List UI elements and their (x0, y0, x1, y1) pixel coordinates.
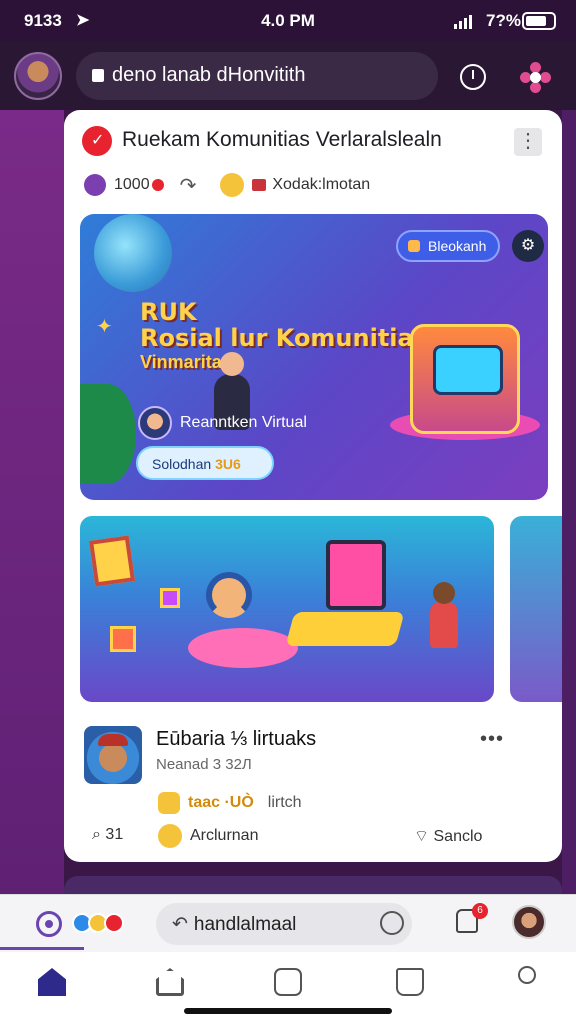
message-input[interactable]: ↶ handlalmaal (156, 903, 412, 945)
smile-icon (220, 173, 245, 197)
reaction-label: Arclurnan (190, 827, 259, 844)
gift-illustration (160, 588, 180, 608)
url-text: deno lanab dHonvitith (112, 64, 306, 86)
chat-icon[interactable] (380, 911, 404, 935)
explore-icon[interactable] (156, 968, 184, 996)
hero-title-line1: RUK (140, 298, 197, 326)
coin-icon (84, 174, 106, 196)
meta-label: Xodak:lmotan (272, 176, 371, 193)
battery-percent: 7?% (486, 11, 521, 30)
more-icon[interactable]: ••• (480, 728, 504, 751)
chat-icon: ⌔ (414, 828, 430, 845)
next-card-edge[interactable] (562, 110, 576, 895)
profile-icon[interactable] (518, 966, 536, 984)
check-icon (82, 126, 112, 156)
add-icon[interactable] (36, 911, 62, 937)
reply-icon: ↶ (172, 914, 188, 935)
live-dot (151, 179, 164, 191)
pad-illustration (285, 612, 405, 646)
post-title: Eūbaria ⅓ lirtuaks (156, 728, 317, 750)
cta-prefix: Solodhan (152, 456, 216, 472)
hero-title-line2: Rosial lur Komunitias (140, 324, 429, 352)
home-indicator (184, 1008, 392, 1014)
star-icon: ✦ (96, 316, 113, 338)
lock-icon (92, 69, 104, 82)
tag-icon (158, 792, 180, 814)
avatar[interactable] (14, 52, 62, 100)
signal-icon (454, 15, 472, 29)
character-illustration (206, 572, 252, 618)
card-title: Ruekam Komunitias Verlaralslealn (122, 128, 442, 151)
battery-icon (522, 12, 556, 30)
next-image-peek[interactable] (510, 516, 562, 702)
activity-icon[interactable] (274, 968, 302, 996)
pad-illustration (188, 628, 298, 668)
leaf-illustration (80, 384, 136, 484)
post-tags: taac ·UÒ lirtch (158, 792, 302, 814)
hero-pill-button[interactable]: Bleokanh (396, 230, 500, 262)
top-bar: deno lanab dHonvitith (0, 42, 576, 110)
character-illustration (430, 582, 458, 648)
cta-accent: 3U6 (215, 456, 241, 472)
status-bar: 9133 ➤ 4.0 PM 7?% (0, 0, 576, 42)
message-input-value: handlalmaal (193, 914, 297, 935)
badge-avatar (138, 406, 172, 440)
gift-illustration (110, 626, 136, 652)
screen-illustration (326, 540, 386, 610)
home-icon[interactable] (38, 968, 66, 996)
post-tag-grey: lirtch (267, 794, 302, 811)
input-bar: ↶ handlalmaal 6 (0, 894, 576, 952)
feed-background (0, 110, 64, 895)
hero-banner[interactable]: ✦ Bleokanh ⚙ RUK Rosial lur Komunitias V… (80, 214, 548, 500)
library-icon[interactable] (396, 968, 424, 996)
hero-cta-button[interactable]: Solodhan 3U6 (136, 446, 274, 480)
share-label: Sanclo (433, 828, 483, 845)
flower-icon[interactable] (520, 62, 551, 93)
share-icon[interactable]: ↷ (180, 173, 197, 198)
url-bar[interactable]: deno lanab dHonvitith (76, 52, 438, 100)
active-indicator (0, 947, 84, 950)
settings-icon[interactable]: ⚙ (512, 230, 544, 262)
action-row: ⌕ 31 Arclurnan ⌔ Sanclo (92, 824, 542, 850)
hero-title-line3: Vinmaritan (140, 352, 233, 372)
community-card[interactable]: Ruekam Komunitias Verlaralslealn ⋮ 1000 … (64, 110, 562, 862)
notification-badge: 6 (472, 903, 488, 919)
frame-illustration (88, 535, 136, 587)
bubble-illustration (94, 214, 172, 292)
arcade-illustration (410, 324, 520, 434)
comment-count: 31 (105, 826, 124, 843)
scene-image[interactable] (80, 516, 494, 702)
smile-icon (158, 824, 182, 848)
reaction-dots[interactable] (72, 913, 124, 933)
compass-icon[interactable] (460, 64, 486, 90)
post-avatar[interactable] (84, 726, 142, 784)
card-meta: 1000 ↷ Xodak:lmotan (84, 172, 370, 198)
comment-button[interactable]: ⌕ 31 (92, 826, 123, 844)
share-button[interactable]: ⌔ Sanclo (414, 826, 482, 846)
post-subtitle: Neanad 3 32Л (156, 756, 252, 773)
post-tag-yellow: taac ·UÒ (188, 794, 254, 811)
avatar[interactable] (512, 905, 546, 939)
tag-icon (252, 179, 267, 191)
hero-badge[interactable]: Reanntken Virtual (138, 406, 307, 440)
meta-count: 1000 (114, 176, 150, 193)
comment-icon: ⌕ (92, 826, 101, 843)
reaction-button[interactable]: Arclurnan (158, 824, 258, 848)
hero-badge-label: Reanntken Virtual (180, 414, 307, 431)
more-icon[interactable]: ⋮ (514, 128, 542, 156)
